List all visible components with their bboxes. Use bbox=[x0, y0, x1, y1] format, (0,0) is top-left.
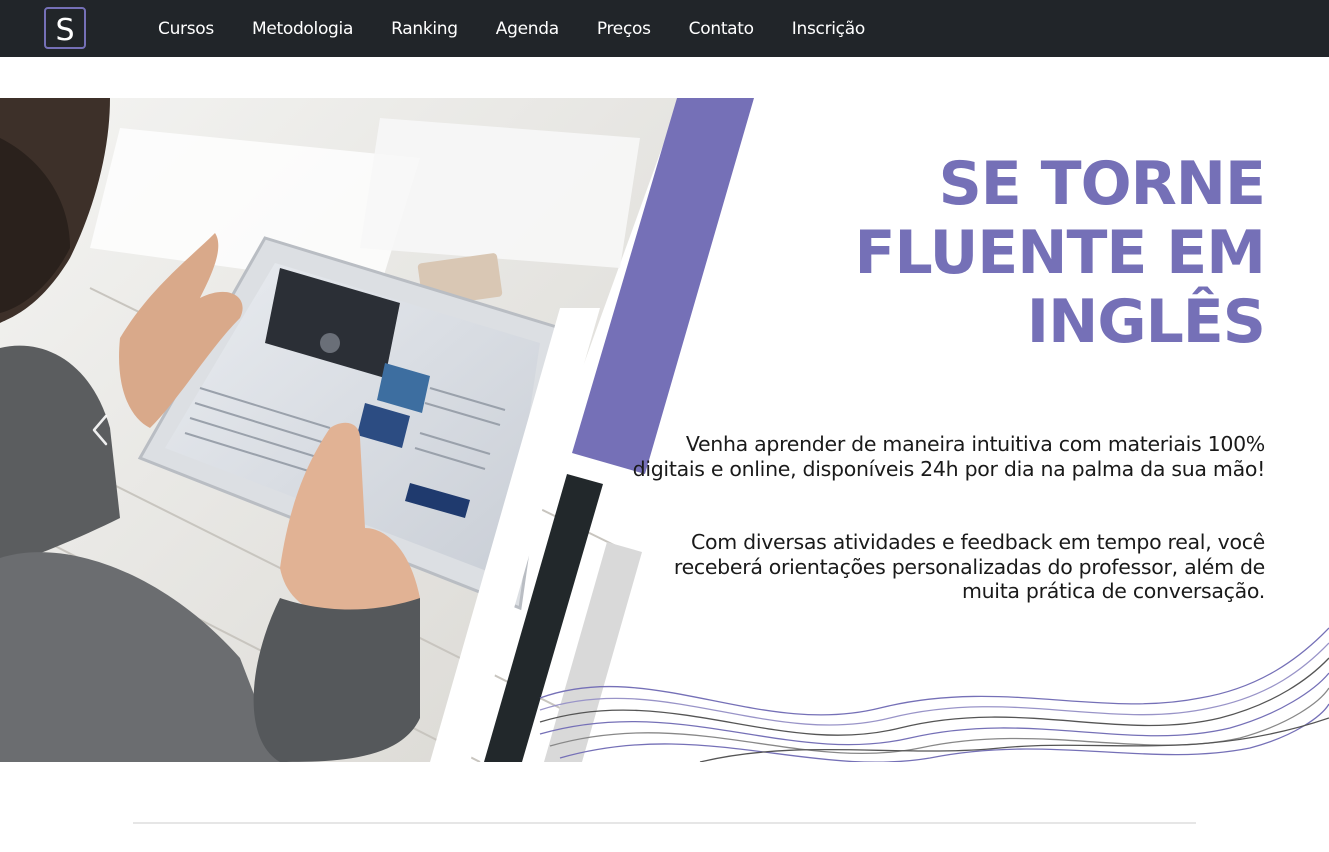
nav-link-ranking[interactable]: Ranking bbox=[391, 19, 458, 39]
hero-description-2: Com diversas atividades e feedback em te… bbox=[673, 530, 1265, 603]
carousel-prev-button[interactable] bbox=[86, 410, 116, 450]
person-right-sleeve bbox=[253, 598, 420, 762]
hero-description-1: Venha aprender de maneira intuitiva com … bbox=[632, 432, 1266, 481]
nav-link-precos[interactable]: Preços bbox=[597, 19, 651, 39]
decorative-waves bbox=[539, 627, 1329, 762]
chevron-left-icon bbox=[92, 414, 108, 446]
nav-link-contato[interactable]: Contato bbox=[689, 19, 754, 39]
nav-link-cursos[interactable]: Cursos bbox=[158, 19, 214, 39]
svg-text:S: S bbox=[55, 13, 74, 47]
nav-menu: Cursos Metodologia Ranking Agenda Preços… bbox=[158, 0, 903, 57]
brand-logo[interactable]: S bbox=[44, 7, 86, 49]
top-navbar: S Cursos Metodologia Ranking Agenda Preç… bbox=[0, 0, 1329, 57]
paper-shape bbox=[360, 118, 640, 268]
nav-link-agenda[interactable]: Agenda bbox=[496, 19, 559, 39]
hero-carousel: SE TORNE FLUENTE EM INGLÊS Venha aprende… bbox=[0, 98, 1329, 762]
section-divider bbox=[133, 822, 1196, 824]
nav-link-metodologia[interactable]: Metodologia bbox=[252, 19, 353, 39]
nav-link-inscricao[interactable]: Inscrição bbox=[792, 19, 865, 39]
hero-title: SE TORNE FLUENTE EM INGLÊS bbox=[854, 149, 1267, 357]
logo-s-icon: S bbox=[55, 13, 74, 47]
